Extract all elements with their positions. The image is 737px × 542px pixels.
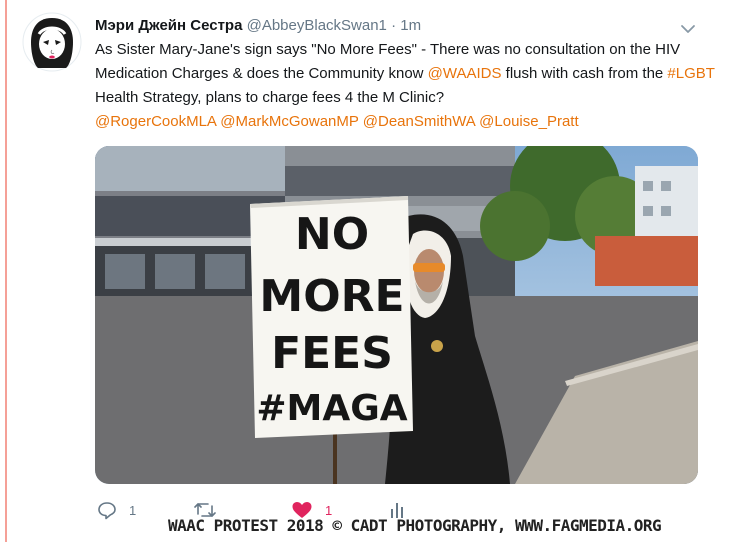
- sign-line-4: #MAGA: [256, 388, 407, 429]
- photo-watermark: WAAC PROTEST 2018 © CADT PHOTOGRAPHY, WW…: [168, 516, 662, 535]
- separator-dot: ·: [391, 17, 397, 34]
- display-name[interactable]: Мэри Джейн Сестра: [95, 17, 242, 34]
- sign-line-1: NO: [295, 209, 369, 260]
- sign-line-2: MORE: [259, 271, 404, 322]
- tweet-time[interactable]: 1m: [400, 17, 421, 34]
- reply-button[interactable]: 1: [97, 500, 136, 520]
- thread-line: [5, 0, 7, 542]
- protest-photo: NO MORE FEES #MAGA: [95, 146, 698, 484]
- reply-count: 1: [129, 502, 137, 518]
- tweet-text-part: flush with cash from the: [501, 65, 668, 82]
- sign-line-3: FEES: [271, 328, 393, 379]
- reply-icon: [98, 502, 116, 520]
- tweet-header: Мэри Джейн Сестра @AbbeyBlackSwan1 · 1m: [95, 16, 421, 36]
- hashtag-lgbt[interactable]: #LGBT: [667, 65, 714, 82]
- mention-markmcgowanmp[interactable]: @MarkMcGowanMP: [220, 113, 358, 130]
- mention-deansmithwa[interactable]: @DeanSmithWA: [363, 113, 475, 130]
- tweet-photo[interactable]: NO MORE FEES #MAGA: [95, 146, 698, 484]
- chevron-down-icon[interactable]: [680, 22, 696, 34]
- tweet-text-part: Health Strategy, plans to charge fees 4 …: [95, 89, 445, 106]
- mention-rogercookmla[interactable]: @RogerCookMLA: [95, 113, 216, 130]
- user-handle[interactable]: @AbbeyBlackSwan1: [247, 17, 387, 34]
- mention-louise-pratt[interactable]: @Louise_Pratt: [479, 113, 578, 130]
- mention-waaids[interactable]: @WAAIDS: [428, 65, 502, 82]
- tweet-text: As Sister Mary-Jane's sign says "No More…: [95, 38, 715, 134]
- nun-avatar-icon: [22, 12, 82, 72]
- avatar[interactable]: [22, 12, 82, 72]
